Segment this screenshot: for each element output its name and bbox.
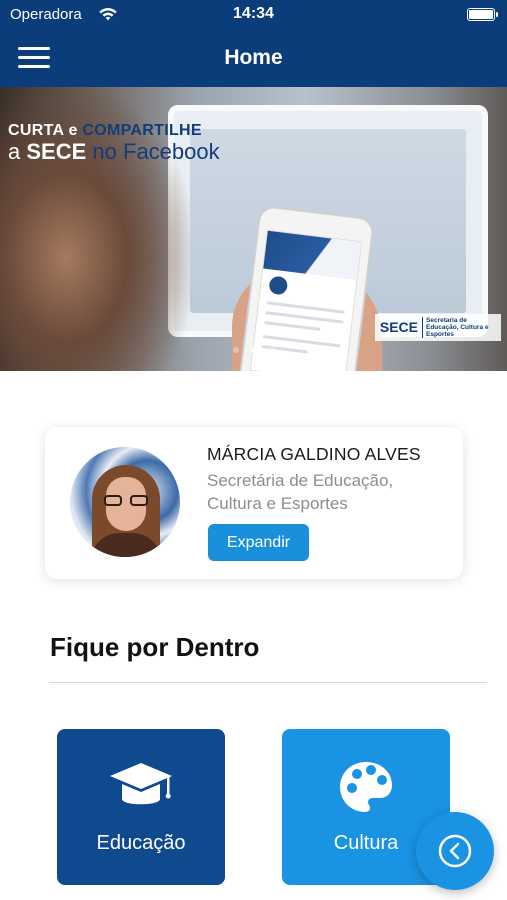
chevron-left-circle-icon [438, 834, 472, 868]
back-fab-button[interactable] [416, 812, 494, 890]
profile-role: Secretária de Educação, Cultura e Esport… [207, 471, 394, 513]
category-tile-educacao[interactable]: Educação [57, 729, 225, 885]
banner-headline: CURTA e COMPARTILHE a SECE no Facebook [8, 122, 220, 164]
banner-carousel[interactable]: CURTA e COMPARTILHE a SECE no Facebook S… [0, 87, 507, 371]
nav-bar: Home [0, 30, 507, 87]
sece-logo: SECE Secretaria de Educação, Cultura e E… [374, 313, 501, 341]
page-title: Home [224, 46, 283, 69]
battery-icon [467, 8, 498, 21]
profile-name: MÁRCIA GALDINO ALVES [207, 444, 421, 464]
section-divider [49, 682, 487, 683]
status-bar: Operadora 14:34 [0, 0, 507, 30]
carousel-dot[interactable] [268, 347, 275, 353]
avatar [70, 447, 180, 557]
profile-card: MÁRCIA GALDINO ALVES Secretária de Educa… [45, 427, 463, 579]
graduation-cap-icon [110, 763, 172, 805]
section-title: Fique por Dentro [50, 632, 260, 662]
expand-button[interactable]: Expandir [208, 524, 309, 561]
clock: 14:34 [233, 5, 274, 22]
carousel-dots [0, 347, 507, 353]
palette-icon [340, 762, 392, 812]
category-label: Educação [96, 832, 186, 854]
carousel-dot-active[interactable] [250, 347, 257, 353]
carousel-dot[interactable] [232, 347, 239, 353]
